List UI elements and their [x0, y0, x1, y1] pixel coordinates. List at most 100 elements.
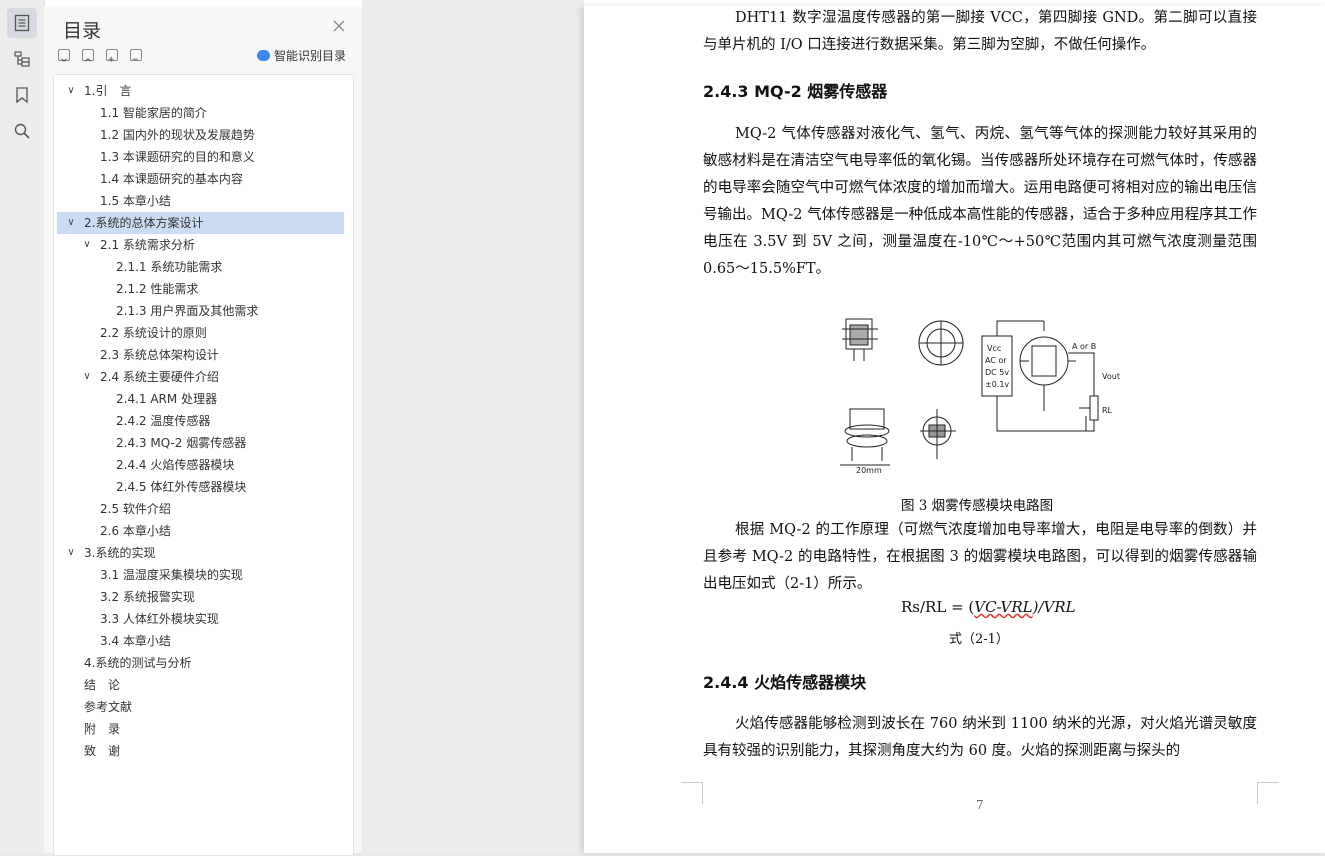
add-entry-button[interactable]: [106, 49, 118, 62]
toc-item-label: 2.4.1 ARM 处理器: [116, 392, 218, 406]
toc-view-button[interactable]: [7, 8, 37, 38]
toc-item-label: 附 录: [84, 722, 121, 736]
toc-item[interactable]: 2.1.1 系统功能需求: [57, 256, 344, 278]
smoke-sensor-circuit-figure: Vcc AC or DC 5v ±0.1v A or B Vout RL 20m…: [840, 318, 1120, 475]
toc-item-label: 3.4 本章小结: [100, 634, 171, 648]
toc-item-label: 4.系统的测试与分析: [84, 656, 192, 670]
toc-item[interactable]: 1.4 本课题研究的基本内容: [57, 168, 344, 190]
toc-item[interactable]: 1.1 智能家居的简介: [57, 102, 344, 124]
smart-toc-label: 智能识别目录: [274, 49, 347, 63]
smart-toc-button[interactable]: 智能识别目录: [257, 47, 346, 64]
toc-item-label: 3.1 温湿度采集模块的实现: [100, 568, 243, 582]
toc-item-label: 2.4.4 火焰传感器模块: [116, 458, 235, 472]
toc-item[interactable]: 结 论: [57, 674, 344, 696]
toc-item-label: 致 谢: [84, 744, 121, 758]
formula-caption: 式（2-1）: [949, 632, 1009, 647]
formula-middle: VC-VRL: [974, 598, 1033, 616]
heading-flame: 2.4.4 火焰传感器模块: [703, 673, 867, 692]
minus-icon: [132, 58, 138, 60]
outline-tree-icon: [14, 51, 30, 67]
chevron-down-icon[interactable]: ∨: [66, 212, 76, 234]
toc-item[interactable]: 3.3 人体红外模块实现: [57, 608, 344, 630]
chevron-down-icon[interactable]: ∨: [82, 234, 92, 256]
toc-item[interactable]: 2.5 软件介绍: [57, 498, 344, 520]
search-button[interactable]: [7, 116, 37, 146]
toc-item[interactable]: 2.4.3 MQ-2 烟雾传感器: [57, 432, 344, 454]
toc-item[interactable]: 2.2 系统设计的原则: [57, 322, 344, 344]
formula: Rs/RL = (VC-VRL)/VRL: [901, 598, 1076, 616]
toc-item-label: 1.4 本课题研究的基本内容: [100, 172, 243, 186]
toc-item[interactable]: 2.4.4 火焰传感器模块: [57, 454, 344, 476]
toc-item-label: 2.6 本章小结: [100, 524, 171, 538]
toc-item[interactable]: 1.3 本课题研究的目的和意义: [57, 146, 344, 168]
toc-item-label: 2.1 系统需求分析: [100, 238, 195, 252]
chevron-up-icon: [85, 58, 91, 62]
toc-item-label: 2.系统的总体方案设计: [84, 216, 204, 230]
plus-icon: [108, 56, 114, 62]
fig-rl-label: RL: [1102, 406, 1113, 415]
toc-item[interactable]: 1.5 本章小结: [57, 190, 344, 212]
paragraph-mq2: MQ-2 气体传感器对液化气、氢气、丙烷、氢气等气体的探测能力较好其采用的敏感材…: [703, 126, 1257, 277]
toc-item[interactable]: 2.4.1 ARM 处理器: [57, 388, 344, 410]
workspace-gap: [362, 0, 584, 853]
chevron-down-icon[interactable]: ∨: [66, 542, 76, 564]
document-list-icon: [14, 14, 30, 32]
bookmark-icon: [16, 87, 28, 104]
toc-item[interactable]: ∨ 2.系统的总体方案设计: [57, 212, 344, 234]
toc-item-label: 2.5 软件介绍: [100, 502, 171, 516]
toc-item-label: 3.2 系统报警实现: [100, 590, 195, 604]
toc-item-label: 2.1.2 性能需求: [116, 282, 199, 296]
document-page: DHT11 数字湿温度传感器的第一脚接 VCC，第四脚接 GND。第二脚可以直接…: [584, 6, 1325, 853]
toc-item-label: 1.1 智能家居的简介: [100, 106, 207, 120]
toc-item-label: 2.1.3 用户界面及其他需求: [116, 304, 259, 318]
toc-item-label: 1.3 本课题研究的目的和意义: [100, 150, 255, 164]
collapse-all-button[interactable]: [58, 49, 70, 62]
toc-item[interactable]: ∨ 3.系统的实现: [57, 542, 344, 564]
toc-item[interactable]: 2.1.3 用户界面及其他需求: [57, 300, 344, 322]
fig-vout-label: Vout: [1102, 372, 1120, 381]
toc-item-label: 2.4.2 温度传感器: [116, 414, 211, 428]
toc-item-label: 1.5 本章小结: [100, 194, 171, 208]
toc-title: 目录: [63, 20, 102, 42]
toc-item[interactable]: 1.2 国内外的现状及发展趋势: [57, 124, 344, 146]
toc-item[interactable]: 致 谢: [57, 740, 344, 762]
fig-dc-label: DC 5v: [985, 368, 1009, 377]
toc-item[interactable]: ∨ 2.1 系统需求分析: [57, 234, 344, 256]
fig-aorb-label: A or B: [1072, 342, 1096, 351]
toc-item-label: 1.引 言: [84, 84, 132, 98]
toc-item-label: 3.系统的实现: [84, 546, 156, 560]
paragraph-dht11: DHT11 数字湿温度传感器的第一脚接 VCC，第四脚接 GND。第二脚可以直接…: [703, 10, 1257, 53]
bookmark-button[interactable]: [7, 80, 37, 110]
fig-tolerance-label: ±0.1v: [985, 380, 1009, 389]
close-icon[interactable]: [331, 18, 347, 34]
toc-item[interactable]: 参考文献: [57, 696, 344, 718]
remove-entry-button[interactable]: [130, 49, 142, 61]
chevron-down-icon[interactable]: ∨: [66, 80, 76, 102]
toc-panel: 目录 智能识别目录 ∨ 1.引 言 1.1 智能家居的简介 1.2 国内外的现状及发展…: [44, 6, 362, 856]
toc-item[interactable]: 3.4 本章小结: [57, 630, 344, 652]
toc-item[interactable]: 2.4.5 体红外传感器模块: [57, 476, 344, 498]
formula-right: )/VRL: [1032, 598, 1076, 616]
toc-item-label: 2.2 系统设计的原则: [100, 326, 207, 340]
toc-item-label: 1.2 国内外的现状及发展趋势: [100, 128, 255, 142]
toc-item[interactable]: ∨ 2.4 系统主要硬件介绍: [57, 366, 344, 388]
toc-item-label: 3.3 人体红外模块实现: [100, 612, 219, 626]
toc-item[interactable]: 4.系统的测试与分析: [57, 652, 344, 674]
toc-item-label: 2.4 系统主要硬件介绍: [100, 370, 219, 384]
toc-item[interactable]: 2.1.2 性能需求: [57, 278, 344, 300]
toc-item[interactable]: 2.3 系统总体架构设计: [57, 344, 344, 366]
paragraph-principle: 根据 MQ-2 的工作原理（可燃气浓度增加电导率增大，电阻是电导率的倒数）并且参…: [703, 522, 1257, 592]
toc-list: ∨ 1.引 言 1.1 智能家居的简介 1.2 国内外的现状及发展趋势 1.3 本课题研…: [53, 74, 354, 856]
chevron-down-icon[interactable]: ∨: [82, 366, 92, 388]
toc-item[interactable]: 2.4.2 温度传感器: [57, 410, 344, 432]
toc-item[interactable]: 附 录: [57, 718, 344, 740]
toc-item-label: 2.4.3 MQ-2 烟雾传感器: [116, 436, 247, 450]
toc-item-label: 2.1.1 系统功能需求: [116, 260, 223, 274]
expand-all-button[interactable]: [82, 49, 94, 62]
outline-button[interactable]: [7, 44, 37, 74]
toc-item[interactable]: ∨ 1.引 言: [57, 80, 344, 102]
page-number: 7: [976, 798, 984, 812]
toc-item[interactable]: 3.1 温湿度采集模块的实现: [57, 564, 344, 586]
toc-item[interactable]: 2.6 本章小结: [57, 520, 344, 542]
toc-item[interactable]: 3.2 系统报警实现: [57, 586, 344, 608]
